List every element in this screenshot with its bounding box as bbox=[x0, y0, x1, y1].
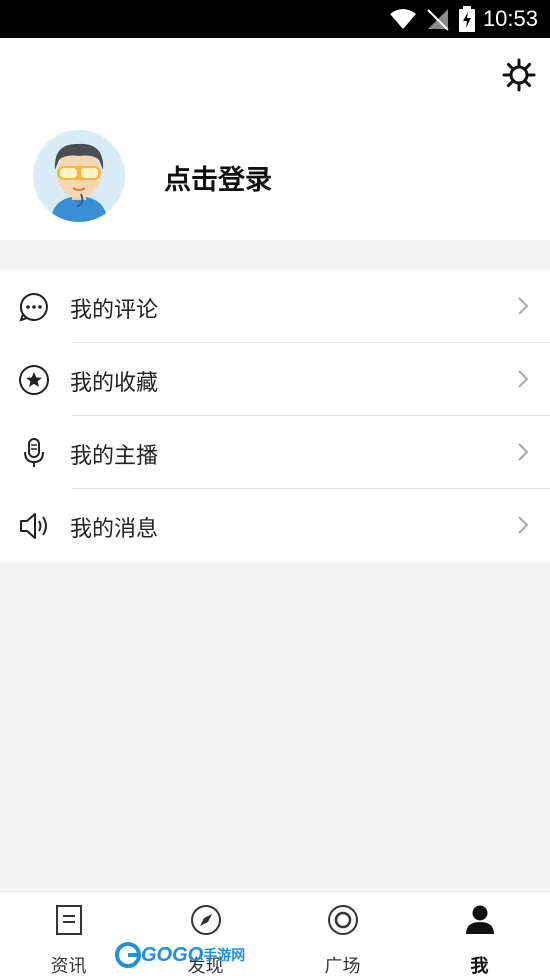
settings-gear-icon[interactable] bbox=[502, 58, 536, 92]
login-prompt[interactable]: 点击登录 bbox=[164, 158, 272, 197]
gogo-logo-icon bbox=[115, 942, 141, 968]
tab-square[interactable]: 广场 bbox=[274, 892, 411, 978]
status-icons: 10:53 bbox=[389, 0, 538, 38]
speaker-icon bbox=[20, 513, 47, 539]
bottom-tab-bar: 资讯 发现 广场 我 bbox=[0, 891, 550, 978]
no-signal-icon bbox=[427, 9, 449, 31]
tab-label: 我 bbox=[470, 956, 489, 977]
status-time: 10:53 bbox=[482, 6, 538, 31]
avatar-image bbox=[51, 143, 107, 222]
tab-me[interactable]: 我 bbox=[411, 892, 548, 978]
avatar[interactable] bbox=[33, 130, 125, 222]
menu-list: 我的评论 我的收藏 我的主播 我的消息 bbox=[0, 270, 550, 562]
chevron-right-icon bbox=[518, 370, 529, 388]
news-document-icon bbox=[55, 905, 82, 935]
star-circle-icon bbox=[19, 365, 49, 395]
microphone-icon bbox=[24, 438, 44, 467]
menu-item-messages[interactable]: 我的消息 bbox=[0, 489, 550, 562]
menu-item-label: 我的主播 bbox=[70, 444, 159, 469]
watermark-logo: GOGO 手游网 bbox=[115, 941, 245, 969]
chevron-right-icon bbox=[518, 443, 529, 461]
wifi-icon bbox=[389, 9, 416, 29]
menu-item-favorites[interactable]: 我的收藏 bbox=[0, 343, 550, 416]
person-icon bbox=[465, 905, 494, 934]
watermark-text: GOGO bbox=[141, 943, 204, 966]
menu-item-anchors[interactable]: 我的主播 bbox=[0, 416, 550, 489]
watermark-cn-text: 手游网 bbox=[203, 948, 246, 964]
menu-item-comments[interactable]: 我的评论 bbox=[0, 270, 550, 343]
menu-item-label: 我的消息 bbox=[70, 517, 159, 542]
chevron-right-icon bbox=[518, 297, 529, 315]
compass-icon bbox=[190, 905, 221, 935]
target-circle-icon bbox=[327, 905, 358, 935]
menu-item-label: 我的评论 bbox=[70, 298, 159, 323]
comment-bubble-icon bbox=[19, 292, 48, 322]
battery-charging-icon bbox=[458, 6, 475, 32]
menu-item-label: 我的收藏 bbox=[70, 371, 159, 396]
chevron-right-icon bbox=[518, 516, 529, 534]
profile-header: 点击登录 bbox=[0, 38, 550, 240]
tab-label: 广场 bbox=[324, 956, 361, 977]
status-bar: 10:53 bbox=[0, 0, 550, 38]
